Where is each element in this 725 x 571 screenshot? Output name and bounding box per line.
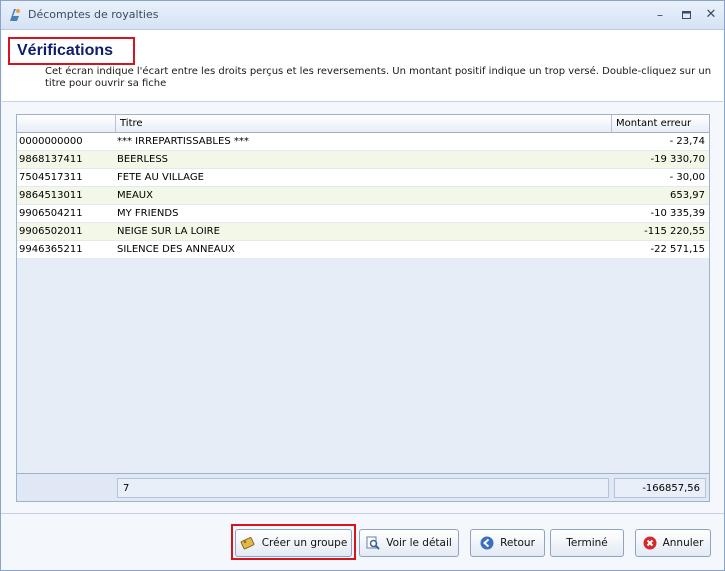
magnifier-document-icon [366, 536, 380, 550]
cell-montant: - 30,00 [669, 172, 705, 183]
view-detail-label: Voir le détail [386, 537, 452, 549]
title-bar[interactable]: Décomptes de royalties – ✕ [1, 1, 724, 30]
row-count: 7 [117, 478, 609, 498]
cell-montant: - 23,74 [669, 136, 705, 147]
cell-titre: MY FRIENDS [117, 208, 179, 219]
cell-montant: -22 571,15 [650, 244, 705, 255]
page-title: Vérifications [8, 37, 135, 65]
close-button[interactable]: ✕ [701, 6, 721, 24]
cell-titre: NEIGE SUR LA LOIRE [117, 226, 220, 237]
cancel-button[interactable]: Annuler [635, 529, 711, 557]
back-label: Retour [500, 537, 535, 549]
page-description: Cet écran indique l'écart entre les droi… [45, 66, 712, 89]
back-button[interactable]: Retour [470, 529, 545, 557]
cell-titre: MEAUX [117, 190, 153, 201]
cancel-icon [643, 536, 657, 550]
cell-titre: BEERLESS [117, 154, 169, 165]
cell-code: 9906504211 [19, 208, 83, 219]
column-header-titre[interactable]: Titre [115, 115, 611, 132]
cancel-label: Annuler [662, 537, 704, 549]
done-button[interactable]: Terminé [550, 529, 624, 557]
table-row[interactable]: 9946365211 SILENCE DES ANNEAUX -22 571,1… [17, 241, 709, 259]
table-row[interactable]: 9906502011 NEIGE SUR LA LOIRE -115 220,5… [17, 223, 709, 241]
cell-code: 9946365211 [19, 244, 83, 255]
cell-montant: -115 220,55 [644, 226, 705, 237]
done-label: Terminé [566, 537, 608, 549]
total-amount: -166857,56 [614, 478, 706, 498]
cell-code: 0000000000 [19, 136, 83, 147]
page-header: Vérifications Cet écran indique l'écart … [2, 30, 723, 102]
cell-montant: -10 335,39 [650, 208, 705, 219]
royalties-window: Décomptes de royalties – ✕ Vérifications… [0, 0, 725, 571]
button-bar: Créer un groupe Voir le détail Retour Te… [1, 513, 724, 571]
back-arrow-icon [480, 536, 494, 550]
cell-titre: FETE AU VILLAGE [117, 172, 204, 183]
table-row[interactable]: 0000000000 *** IRREPARTISSABLES *** - 23… [17, 133, 709, 151]
grid-header: Titre Montant erreur [17, 115, 709, 133]
column-header-montant[interactable]: Montant erreur [611, 115, 709, 132]
verification-grid[interactable]: Titre Montant erreur 0000000000 *** IRRE… [16, 114, 710, 502]
create-group-label: Créer un groupe [261, 537, 348, 549]
cell-montant: 653,97 [670, 190, 705, 201]
group-tag-icon [240, 537, 255, 550]
maximize-icon [681, 11, 691, 19]
cell-montant: -19 330,70 [650, 154, 705, 165]
grid-summary-bar: 7 -166857,56 [17, 473, 709, 501]
table-row[interactable]: 9868137411 BEERLESS -19 330,70 [17, 151, 709, 169]
cell-code: 9864513011 [19, 190, 83, 201]
cell-titre: SILENCE DES ANNEAUX [117, 244, 235, 255]
maximize-button[interactable] [676, 6, 696, 24]
table-row[interactable]: 9864513011 MEAUX 653,97 [17, 187, 709, 205]
cell-code: 7504517311 [19, 172, 83, 183]
create-group-button[interactable]: Créer un groupe [235, 529, 352, 557]
grid-rows: 0000000000 *** IRREPARTISSABLES *** - 23… [17, 133, 709, 259]
table-row[interactable]: 9906504211 MY FRIENDS -10 335,39 [17, 205, 709, 223]
view-detail-button[interactable]: Voir le détail [359, 529, 459, 557]
app-logo-icon [10, 9, 20, 21]
minimize-button[interactable]: – [650, 6, 670, 24]
cell-code: 9868137411 [19, 154, 83, 165]
table-row[interactable]: 7504517311 FETE AU VILLAGE - 30,00 [17, 169, 709, 187]
window-title: Décomptes de royalties [28, 8, 159, 21]
cell-titre: *** IRREPARTISSABLES *** [117, 136, 249, 147]
column-header-code[interactable] [17, 115, 117, 132]
cell-code: 9906502011 [19, 226, 83, 237]
